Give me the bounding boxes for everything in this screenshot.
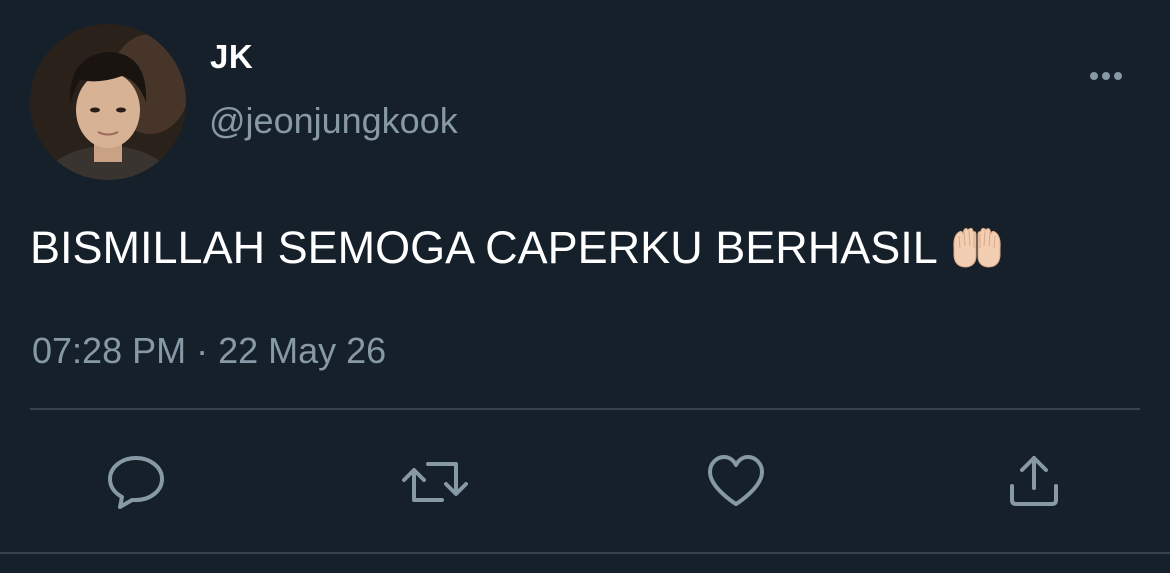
- more-horizontal-icon[interactable]: [1084, 62, 1128, 90]
- divider: [30, 408, 1140, 410]
- retweet-icon[interactable]: [402, 452, 468, 512]
- tweet-text-content: BISMILLAH SEMOGA CAPERKU BERHASIL: [30, 222, 938, 273]
- share-icon[interactable]: [1006, 452, 1066, 512]
- tweet-timestamp[interactable]: 07:28 PM · 22 May 26: [32, 330, 386, 372]
- divider: [0, 552, 1170, 554]
- raised-palms-icon: [950, 226, 1004, 270]
- avatar[interactable]: [30, 24, 186, 180]
- user-handle[interactable]: @jeonjungkook: [209, 100, 458, 142]
- tweet-text: BISMILLAH SEMOGA CAPERKU BERHASIL: [30, 222, 1004, 274]
- heart-icon[interactable]: [706, 452, 766, 512]
- reply-icon[interactable]: [106, 452, 166, 512]
- display-name[interactable]: JK: [210, 38, 253, 76]
- tweet-card: JK @jeonjungkook BISMILLAH SEMOGA CAPERK…: [0, 0, 1170, 573]
